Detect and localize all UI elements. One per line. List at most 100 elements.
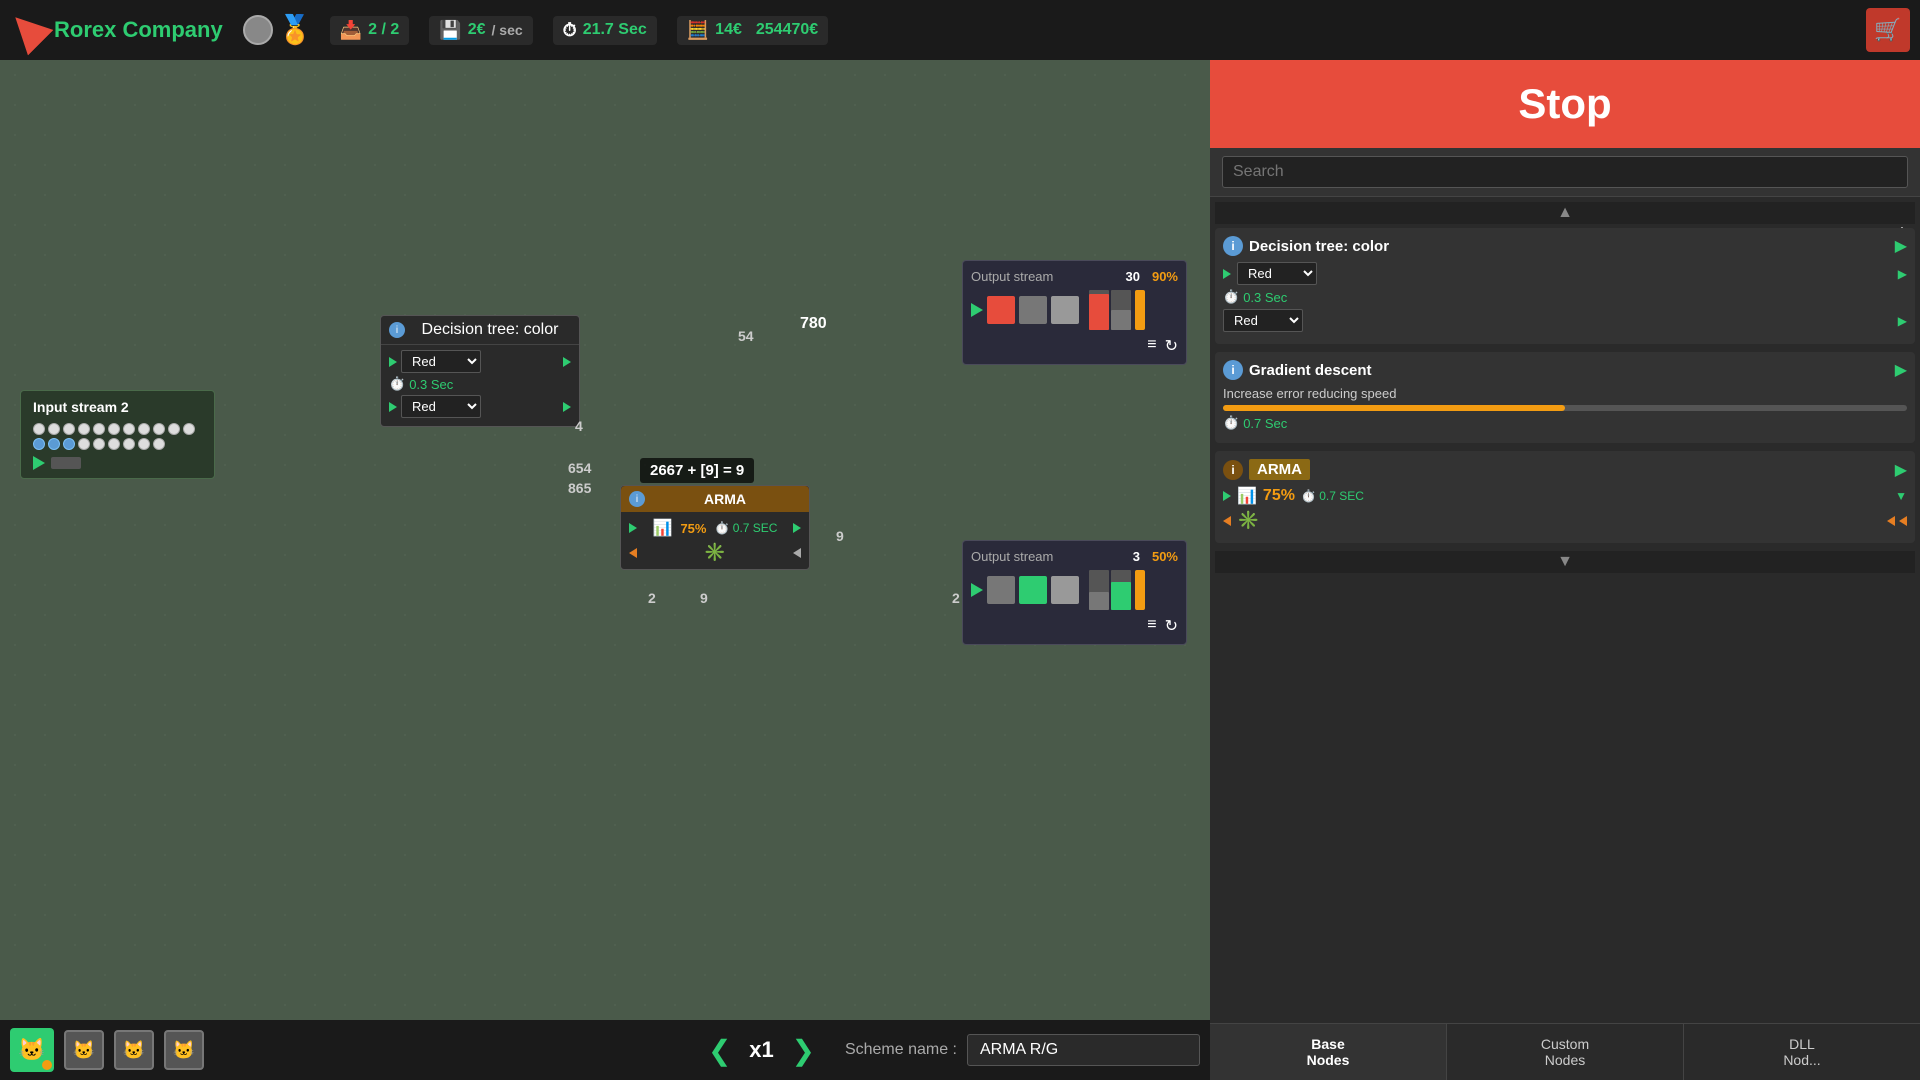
gradient-progress-fill — [1223, 405, 1565, 411]
canvas-arma-node[interactable]: i ARMA 📊 75% ⏱️ 0.7 SEC ✳️ — [620, 485, 810, 570]
bot-icon-1[interactable]: 🐱 — [64, 1030, 104, 1070]
dot — [108, 438, 120, 450]
dot — [93, 438, 105, 450]
arma-card-badge: i — [1223, 460, 1243, 480]
swatch-red — [987, 296, 1015, 324]
arma-card-play[interactable]: ▶ — [1895, 460, 1907, 480]
topbar: Rorex Company 🏅 📥 2 / 2 💾 2€ / sec ⏱ 21.… — [0, 0, 1920, 60]
bot-icon-3[interactable]: 🐱 — [164, 1030, 204, 1070]
scroll-up[interactable]: ▲ — [1215, 202, 1915, 224]
dot — [138, 438, 150, 450]
rate-stat: 💾 2€ / sec — [429, 16, 532, 45]
dot — [153, 423, 165, 435]
scroll-down[interactable]: ▼ — [1215, 551, 1915, 573]
dt-play1[interactable] — [389, 357, 397, 367]
dot-blue — [63, 438, 75, 450]
agent-icons: 🏅 — [243, 14, 310, 46]
stream-play-btn[interactable] — [33, 456, 45, 470]
sidebar: Stop ▲ ⋮ i Decision tree: color ▶ Red ▶ — [1210, 60, 1920, 1080]
top-right-icon[interactable]: 🛒 — [1866, 8, 1910, 52]
output-panel-2: Output stream 3 50% ≡ ↻ — [962, 540, 1187, 645]
arma-card-arrows — [1887, 516, 1907, 526]
starburst-icon: ✳️ — [704, 542, 726, 563]
arma-card-tri-left — [1223, 516, 1231, 526]
tab-base-nodes[interactable]: BaseNodes — [1210, 1024, 1447, 1080]
timer-value: 21.7 Sec — [583, 21, 647, 39]
arma-stats: 📊 75% ⏱️ 0.7 SEC — [653, 518, 778, 538]
node-card-arma[interactable]: i ARMA ▶ 📊 75% ⏱️ 0.7 SEC ▼ ✳️ — [1215, 451, 1915, 543]
arma-card-play2[interactable]: ▼ — [1895, 489, 1907, 503]
dt-out1[interactable] — [563, 357, 571, 367]
dt-card-row2: Red ▶ — [1223, 309, 1907, 332]
arma-header: i ARMA — [621, 486, 809, 512]
arma-card-title: ARMA — [1249, 459, 1310, 480]
dot — [33, 423, 45, 435]
speed-increase[interactable]: ❯ — [791, 1034, 814, 1067]
output-yellow-bar-2 — [1135, 570, 1145, 610]
bottombar: 🐱 🐱 🐱 🐱 ❮ x1 ❯ Scheme name : — [0, 1020, 1210, 1080]
refresh-icon[interactable]: ↻ — [1165, 336, 1178, 356]
timer-stat: ⏱ 21.7 Sec — [553, 16, 657, 45]
output-values-1 — [971, 290, 1178, 330]
gradient-card-play[interactable]: ▶ — [1895, 360, 1907, 380]
output-play-1[interactable] — [971, 303, 983, 317]
agents-value: 2 / 2 — [368, 21, 399, 39]
swatch-green — [1019, 576, 1047, 604]
arma-in-right[interactable] — [793, 523, 801, 533]
label-865: 865 — [568, 480, 591, 496]
output-gauge-2 — [1089, 570, 1131, 610]
scheme-name-input[interactable] — [967, 1034, 1200, 1066]
bot-icon-2[interactable]: 🐱 — [114, 1030, 154, 1070]
output-header-2: Output stream 3 50% — [971, 549, 1178, 564]
dt-card-badge: i — [1223, 236, 1243, 256]
dt-card-tri — [1223, 269, 1231, 279]
node-card-gradient[interactable]: i Gradient descent ▶ Increase error redu… — [1215, 352, 1915, 443]
search-input[interactable] — [1222, 156, 1908, 188]
arma-card-left2 — [1899, 516, 1907, 526]
label-2a: 2 — [648, 590, 656, 606]
dt-card-speed-badge: ⏱️ 0.3 Sec — [1223, 289, 1287, 305]
canvas-area[interactable]: Input stream 2 — [0, 60, 1210, 1020]
label-2b: 2 — [952, 590, 960, 606]
arma-out-left[interactable] — [629, 548, 637, 558]
refresh-icon-2[interactable]: ↻ — [1165, 616, 1178, 636]
dot — [108, 423, 120, 435]
node-card-decision-tree[interactable]: i Decision tree: color ▶ Red ▶ ⏱️ 0.3 Se… — [1215, 228, 1915, 344]
output-play-2[interactable] — [971, 583, 983, 597]
arma-card-header: i ARMA ▶ — [1223, 459, 1907, 480]
dots-row — [33, 423, 202, 450]
tab-custom-nodes[interactable]: CustomNodes — [1447, 1024, 1684, 1080]
dt-play2[interactable] — [389, 402, 397, 412]
arma-card-percent: 75% — [1263, 487, 1295, 505]
dt-card-play[interactable]: ▶ — [1895, 236, 1907, 256]
output-label-1: Output stream — [971, 269, 1053, 284]
dt-dropdown1[interactable]: Red — [401, 350, 481, 373]
dot — [168, 423, 180, 435]
stack-icon[interactable]: ≡ — [1147, 336, 1156, 356]
logo[interactable]: Rorex Company — [10, 12, 223, 48]
dt-row-1: Red — [389, 350, 571, 373]
stack-icon-2[interactable]: ≡ — [1147, 616, 1156, 636]
dot — [78, 438, 90, 450]
calc-value: 14€ — [715, 21, 742, 39]
arma-in-left[interactable] — [629, 523, 637, 533]
arma-card-left1 — [1887, 516, 1895, 526]
dt-out2[interactable] — [563, 402, 571, 412]
canvas-dt-node[interactable]: i Decision tree: color Red ⏱️ 0.3 Sec — [380, 315, 580, 427]
swatch-gray3 — [987, 576, 1015, 604]
dt-dropdown2[interactable]: Red — [401, 395, 481, 418]
label-54: 54 — [738, 328, 754, 344]
input-stream-node: Input stream 2 — [20, 390, 215, 479]
arma-card-starburst: ✳️ — [1237, 510, 1259, 531]
arma-card-bar: 📊 — [1237, 486, 1257, 506]
dot — [153, 438, 165, 450]
dt-card-dropdown1[interactable]: Red — [1237, 262, 1317, 285]
dt-card-play2[interactable]: ▶ — [1898, 267, 1907, 281]
tab-dll-nodes[interactable]: DLLNod... — [1684, 1024, 1920, 1080]
dt-card-play3[interactable]: ▶ — [1898, 314, 1907, 328]
stop-button[interactable]: Stop — [1210, 60, 1920, 148]
label-9a: 9 — [700, 590, 708, 606]
speed-decrease[interactable]: ❮ — [708, 1034, 731, 1067]
dt-card-dropdown2[interactable]: Red — [1223, 309, 1303, 332]
arma-speed-clock: ⏱️ — [1301, 489, 1316, 503]
